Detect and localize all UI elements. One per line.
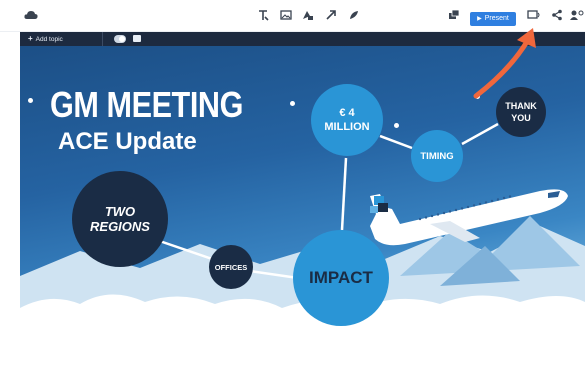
decor-dot [394, 123, 399, 128]
play-icon: ▶ [477, 16, 482, 22]
decor-dot [475, 94, 480, 99]
add-topic-button[interactable]: + Add topic [28, 32, 63, 46]
topic-million[interactable]: € 4 MILLION [311, 84, 383, 156]
shape-icon[interactable] [301, 9, 315, 23]
present-button[interactable]: ▶ Present [470, 12, 516, 26]
connector-line [340, 157, 348, 231]
image-icon[interactable] [279, 9, 293, 23]
present-remote-icon[interactable] [527, 9, 541, 23]
text-icon[interactable] [256, 9, 270, 23]
collaborators-icon[interactable] [569, 9, 585, 23]
top-toolbar: ▶ Present [0, 0, 585, 32]
connector-line [461, 122, 499, 146]
style-icon[interactable] [347, 9, 361, 23]
connector-line [379, 134, 413, 150]
view-toggle[interactable] [114, 35, 126, 43]
cloud-menu-icon[interactable] [24, 9, 38, 23]
topic-impact[interactable]: IMPACT [293, 230, 389, 326]
plus-icon: + [28, 34, 33, 43]
topic-offices[interactable]: OFFICES [209, 245, 253, 289]
canvas-toolbar: + Add topic [20, 32, 585, 46]
decor-dot [290, 101, 295, 106]
layers-icon[interactable] [447, 9, 461, 23]
mind-map-canvas[interactable]: GM MEETING ACE Update TWO REGIONS OFFICE… [20, 46, 585, 380]
topic-two-regions[interactable]: TWO REGIONS [72, 171, 168, 267]
decor-dot [28, 98, 33, 103]
share-icon[interactable] [550, 9, 564, 23]
comment-icon[interactable] [133, 35, 141, 42]
map-title[interactable]: GM MEETING [50, 84, 243, 126]
topic-thank-you[interactable]: THANK YOU [496, 87, 546, 137]
divider [102, 32, 103, 46]
map-subtitle[interactable]: ACE Update [58, 128, 197, 156]
present-label: Present [484, 15, 509, 22]
add-topic-label: Add topic [35, 36, 63, 43]
topic-timing[interactable]: TIMING [411, 130, 463, 182]
arrow-icon[interactable] [324, 9, 338, 23]
